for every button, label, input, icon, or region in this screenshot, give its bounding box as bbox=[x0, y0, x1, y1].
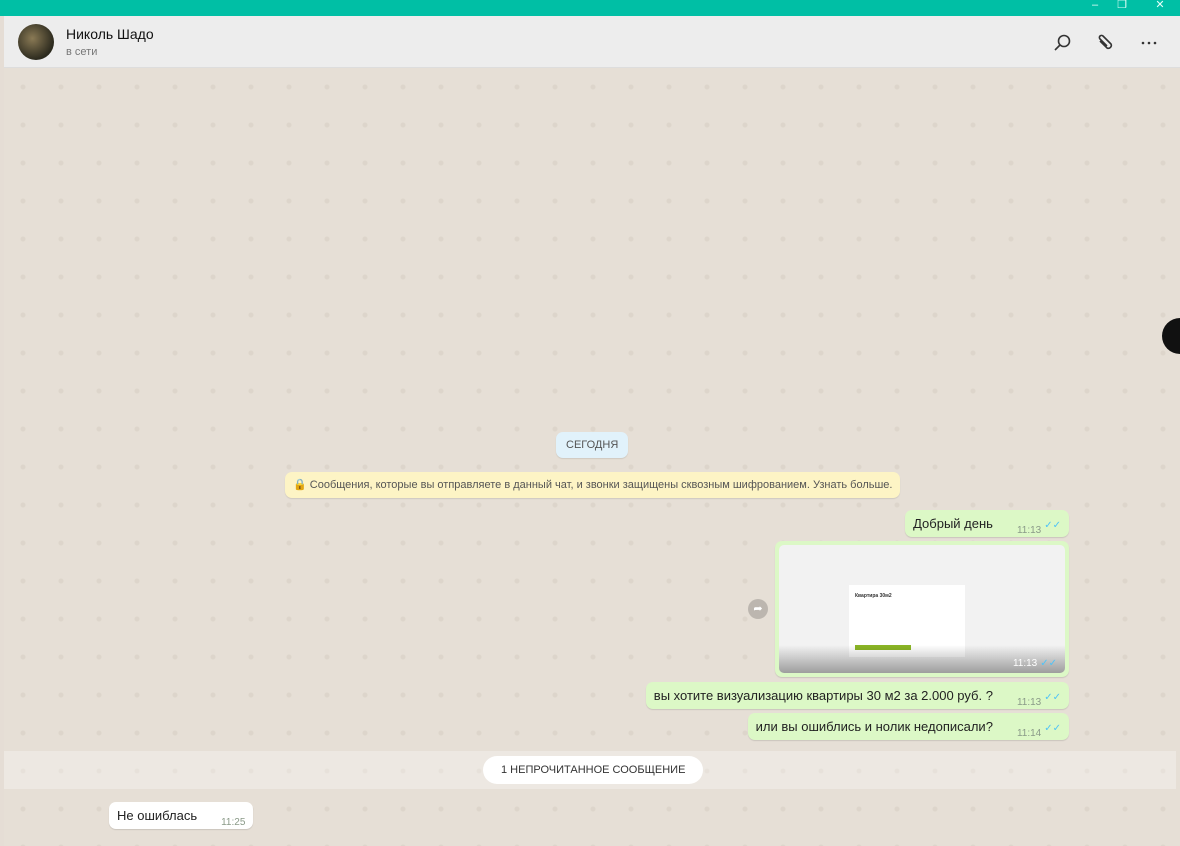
read-ticks-icon: ✓✓ bbox=[1044, 692, 1061, 703]
contact-name[interactable]: Николь Шадо bbox=[66, 26, 154, 42]
message-outgoing[interactable]: вы хотите визуализацию квартиры 30 м2 за… bbox=[645, 682, 1069, 709]
read-ticks-icon: ✓✓ bbox=[1044, 520, 1061, 531]
message-outgoing[interactable]: Добрый день 11:13 ✓✓ bbox=[905, 510, 1069, 537]
message-time: 11:13 bbox=[1012, 658, 1038, 669]
read-ticks-icon: ✓✓ bbox=[1040, 658, 1057, 669]
read-ticks-icon: ✓✓ bbox=[1044, 723, 1061, 734]
avatar[interactable] bbox=[18, 24, 54, 60]
encryption-notice-text: Сообщения, которые вы отправляете в данн… bbox=[309, 479, 893, 491]
attach-icon[interactable] bbox=[1094, 32, 1116, 54]
contact-status: в сети bbox=[66, 46, 98, 58]
forward-icon[interactable]: ➦ bbox=[748, 599, 768, 619]
message-incoming[interactable]: Не ошиблась 11:25 bbox=[109, 802, 254, 829]
image-message[interactable]: Квартира 30м2 11:13 ✓✓ bbox=[775, 541, 1069, 677]
message-time: 11:13 bbox=[1016, 525, 1042, 536]
restore-button[interactable]: ❐ bbox=[1112, 0, 1132, 11]
message-text: или вы ошиблись и нолик недописали? bbox=[755, 719, 993, 734]
image-title: Квартира 30м2 bbox=[855, 593, 892, 599]
close-button[interactable]: ✕ bbox=[1150, 0, 1170, 11]
chat-header: Николь Шадо в сети bbox=[4, 16, 1180, 68]
message-time: 11:14 bbox=[1016, 728, 1042, 739]
unread-label: 1 НЕПРОЧИТАННОЕ СООБЩЕНИЕ bbox=[483, 756, 704, 784]
message-text: вы хотите визуализацию квартиры 30 м2 за… bbox=[653, 688, 993, 703]
title-bar: – ❐ ✕ bbox=[0, 0, 1180, 16]
message-outgoing[interactable]: или вы ошиблись и нолик недописали? 11:14… bbox=[747, 713, 1069, 740]
more-options-icon[interactable] bbox=[1138, 32, 1160, 54]
minimize-button[interactable]: – bbox=[1085, 0, 1105, 11]
encryption-notice[interactable]: 🔒 Сообщения, которые вы отправляете в да… bbox=[285, 472, 901, 498]
unread-separator: 1 НЕПРОЧИТАННОЕ СООБЩЕНИЕ bbox=[4, 751, 1176, 789]
message-text: Добрый день bbox=[913, 516, 993, 531]
message-text: Не ошиблась bbox=[117, 808, 198, 823]
message-time: 11:25 bbox=[221, 817, 246, 828]
date-separator: СЕГОДНЯ bbox=[556, 432, 629, 458]
search-icon[interactable] bbox=[1051, 32, 1073, 54]
image-thumbnail[interactable]: Квартира 30м2 11:13 ✓✓ bbox=[779, 545, 1065, 673]
message-time: 11:13 bbox=[1016, 697, 1042, 708]
